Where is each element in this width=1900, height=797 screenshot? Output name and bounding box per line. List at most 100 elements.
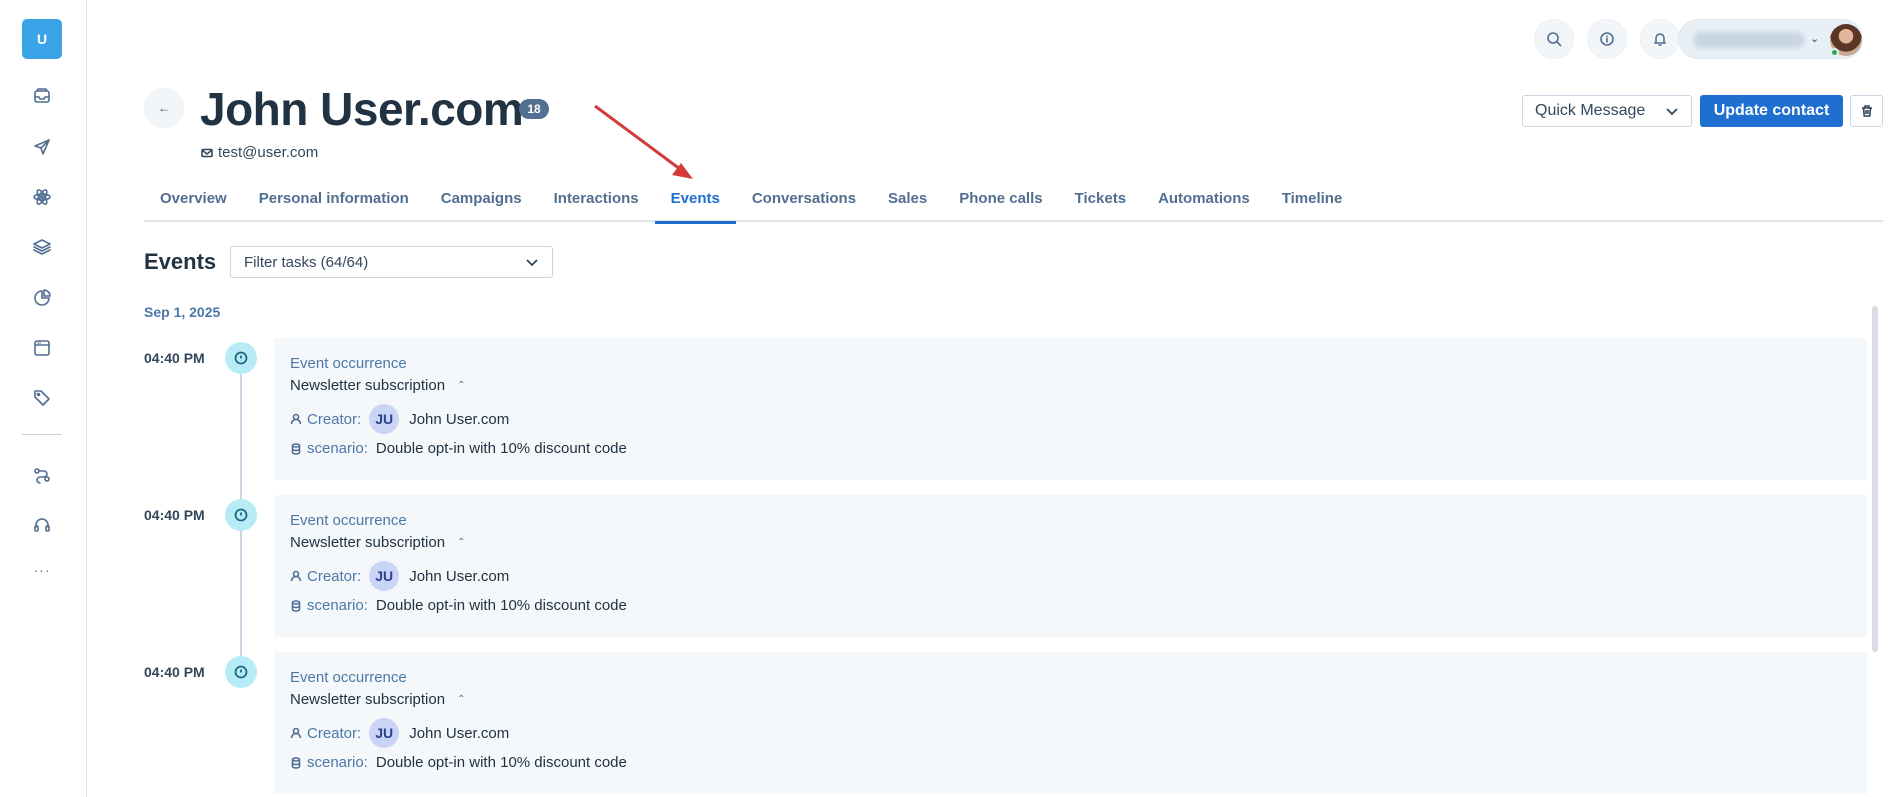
account-menu[interactable]: ⌄ <box>1678 19 1863 59</box>
contact-tabs: Overview Personal information Campaigns … <box>144 182 1883 224</box>
pie-chart-icon[interactable] <box>29 285 55 311</box>
notifications-button[interactable] <box>1640 19 1680 59</box>
database-icon <box>290 599 307 612</box>
creator-label: Creator: <box>307 567 362 585</box>
filter-tasks-label: Filter tasks (64/64) <box>244 253 369 271</box>
search-button[interactable] <box>1534 19 1574 59</box>
event-time: 04:40 PM <box>144 664 205 680</box>
quick-message-dropdown[interactable]: Quick Message <box>1522 95 1692 127</box>
event-type: Event occurrence <box>290 355 407 372</box>
contact-email-text: test@user.com <box>218 144 319 161</box>
creator-label: Creator: <box>307 410 362 428</box>
tab-phone-calls[interactable]: Phone calls <box>943 182 1058 222</box>
scenario-value: Double opt-in with 10% discount code <box>375 754 627 771</box>
more-menu-button[interactable]: ··· <box>29 562 55 578</box>
tab-events[interactable]: Events <box>654 182 737 224</box>
tab-personal-information[interactable]: Personal information <box>243 182 425 222</box>
event-scenario-row: scenario: Double opt-in with 10% discoun… <box>290 440 1851 457</box>
tab-tickets[interactable]: Tickets <box>1059 182 1142 222</box>
chevron-down-icon: ⌄ <box>1810 33 1820 45</box>
events-scrollbar[interactable] <box>1872 306 1878 652</box>
tab-sales[interactable]: Sales <box>872 182 943 222</box>
event-name: Newsletter subscription <box>290 377 446 394</box>
event-info-icon <box>225 656 257 688</box>
event-info-icon <box>225 499 257 531</box>
person-icon <box>290 413 307 425</box>
event-type: Event occurrence <box>290 669 407 686</box>
quick-message-label: Quick Message <box>1535 102 1646 119</box>
creator-name[interactable]: John User.com <box>409 568 509 585</box>
inbox-icon[interactable] <box>29 83 55 109</box>
delete-contact-button[interactable] <box>1850 95 1883 127</box>
browser-window-icon[interactable] <box>29 335 55 361</box>
sidebar-divider <box>22 434 62 435</box>
scenario-value: Double opt-in with 10% discount code <box>375 597 627 614</box>
event-card: Event occurrence Newsletter subscription… <box>274 338 1867 480</box>
chevron-down-icon <box>1666 108 1678 116</box>
creator-name[interactable]: John User.com <box>409 725 509 742</box>
online-status-dot <box>1830 48 1839 57</box>
tab-conversations[interactable]: Conversations <box>736 182 872 222</box>
arrow-left-icon: ← <box>158 101 170 115</box>
person-icon <box>290 727 307 739</box>
atom-icon[interactable] <box>29 184 55 210</box>
scenario-value: Double opt-in with 10% discount code <box>375 440 627 457</box>
event-name: Newsletter subscription <box>290 534 446 551</box>
contact-name: John User.com <box>200 83 524 135</box>
chevron-up-icon: ⌃ <box>457 694 466 705</box>
person-icon <box>290 570 307 582</box>
headset-icon[interactable] <box>29 512 55 538</box>
account-name-redacted <box>1693 32 1805 48</box>
event-card: Event occurrence Newsletter subscription… <box>274 652 1867 794</box>
tab-campaigns[interactable]: Campaigns <box>425 182 538 222</box>
event-scenario-row: scenario: Double opt-in with 10% discoun… <box>290 597 1851 614</box>
events-section-title: Events <box>144 249 217 274</box>
back-button[interactable]: ← <box>144 88 184 128</box>
event-name-toggle[interactable]: Newsletter subscription ⌃ <box>290 691 1851 708</box>
database-icon <box>290 756 307 769</box>
event-creator-row: Creator: JU John User.com <box>290 718 1851 748</box>
creator-avatar: JU <box>369 404 400 434</box>
left-sidebar: U ··· <box>0 0 87 797</box>
event-info-icon <box>225 342 257 374</box>
bell-icon <box>1654 33 1666 46</box>
info-icon <box>1600 32 1614 46</box>
creator-name[interactable]: John User.com <box>409 411 509 428</box>
scenario-label: scenario: <box>307 754 368 771</box>
info-button[interactable] <box>1587 19 1627 59</box>
event-creator-row: Creator: JU John User.com <box>290 404 1851 434</box>
creator-avatar: JU <box>369 718 400 748</box>
chevron-up-icon: ⌃ <box>457 537 466 548</box>
tags-icon[interactable] <box>29 385 55 411</box>
search-icon <box>1547 32 1562 47</box>
scenario-label: scenario: <box>307 440 368 457</box>
app-logo[interactable]: U <box>22 19 62 59</box>
tab-interactions[interactable]: Interactions <box>538 182 655 222</box>
contact-badge: 18 <box>519 99 549 119</box>
send-icon[interactable] <box>29 134 55 160</box>
database-icon <box>290 442 307 455</box>
chevron-down-icon <box>526 259 538 267</box>
event-name-toggle[interactable]: Newsletter subscription ⌃ <box>290 534 1851 551</box>
tab-overview[interactable]: Overview <box>144 182 243 222</box>
timeline-date: Sep 1, 2025 <box>144 304 221 320</box>
tab-automations[interactable]: Automations <box>1142 182 1266 222</box>
event-name-toggle[interactable]: Newsletter subscription ⌃ <box>290 377 1851 394</box>
event-time: 04:40 PM <box>144 507 205 523</box>
event-scenario-row: scenario: Double opt-in with 10% discoun… <box>290 754 1851 771</box>
creator-avatar: JU <box>369 561 400 591</box>
tab-timeline[interactable]: Timeline <box>1266 182 1359 222</box>
filter-tasks-dropdown[interactable]: Filter tasks (64/64) <box>230 246 553 278</box>
contact-email[interactable]: test@user.com <box>201 144 318 161</box>
event-creator-row: Creator: JU John User.com <box>290 561 1851 591</box>
event-name: Newsletter subscription <box>290 691 446 708</box>
creator-label: Creator: <box>307 724 362 742</box>
scenario-label: scenario: <box>307 597 368 614</box>
route-icon[interactable] <box>29 462 55 488</box>
layers-icon[interactable] <box>29 234 55 260</box>
event-time: 04:40 PM <box>144 350 205 366</box>
chevron-up-icon: ⌃ <box>457 380 466 391</box>
event-type: Event occurrence <box>290 512 407 529</box>
update-contact-button[interactable]: Update contact <box>1700 95 1843 127</box>
event-card: Event occurrence Newsletter subscription… <box>274 495 1867 637</box>
